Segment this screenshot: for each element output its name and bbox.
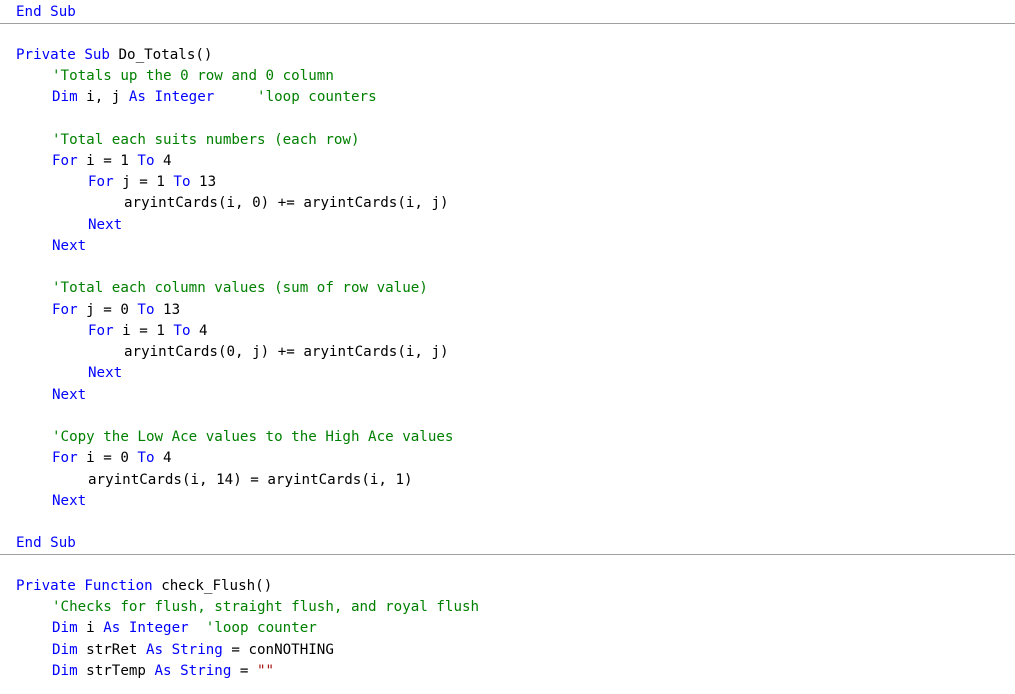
keyword-token: For [52,302,87,318]
identifier-token: j = 1 [122,174,174,190]
code-line[interactable]: 'Total each suits numbers (each row) [52,130,360,151]
keyword-token: For [88,323,123,339]
identifier-token: i = 1 [86,153,138,169]
code-line[interactable]: For i = 0 To 4 [52,448,172,469]
keyword-token: As String [145,642,223,658]
code-line[interactable]: End Sub [16,2,76,23]
identifier-token: = [231,663,258,679]
code-line[interactable]: 'Total each column values (sum of row va… [52,278,428,299]
code-line[interactable]: Next [52,236,86,257]
code-line[interactable]: Dim strTemp As String = "" [52,661,274,682]
keyword-token: To [173,174,200,190]
identifier-token: = conNOTHING [222,642,334,658]
code-line[interactable]: aryintCards(0, j) += aryintCards(i, j) [124,342,449,363]
identifier-token: 13 [199,174,217,190]
keyword-token: Dim [52,642,87,658]
keyword-token: For [88,174,123,190]
identifier-token: i = 0 [86,450,138,466]
procedure-separator [0,23,1015,24]
identifier-token: 13 [163,302,181,318]
keyword-token: Private Function [16,578,162,594]
identifier-token: 4 [199,323,208,339]
code-line[interactable]: 'Totals up the 0 row and 0 column [52,66,334,87]
keyword-token: End Sub [16,4,76,20]
code-line[interactable]: Next [88,363,122,384]
procedure-separator [0,554,1015,555]
code-line[interactable]: 'Copy the Low Ace values to the High Ace… [52,427,453,448]
keyword-token: End Sub [16,535,76,551]
identifier-token: aryintCards(i, 0) += aryintCards(i, j) [124,195,449,211]
identifier-token: i = 1 [122,323,174,339]
code-line[interactable]: Dim i As Integer 'loop counter [52,618,317,639]
code-line[interactable]: Private Function check_Flush() [16,576,272,597]
comment-token: 'Total each suits numbers (each row) [52,132,360,148]
code-line[interactable]: End Sub [16,533,76,554]
comment-token: 'loop counters [257,89,377,105]
comment-token: 'loop counter [205,620,317,636]
code-line[interactable]: Next [52,491,86,512]
keyword-token: To [173,323,200,339]
keyword-token: Dim [52,89,87,105]
identifier-token: Do_Totals() [118,47,213,63]
identifier-token: 4 [163,450,172,466]
keyword-token: Next [88,217,123,233]
keyword-token: Next [52,387,87,403]
identifier-token: strRet [86,642,146,658]
keyword-token: To [137,153,164,169]
identifier-token: i, j [86,89,129,105]
code-line[interactable]: 'Checks for flush, straight flush, and r… [52,597,479,618]
keyword-token: As String [154,663,232,679]
keyword-token: Dim [52,620,87,636]
code-line[interactable]: aryintCards(i, 14) = aryintCards(i, 1) [88,470,413,491]
code-line[interactable]: For j = 1 To 13 [88,172,216,193]
identifier-token: aryintCards(i, 14) = aryintCards(i, 1) [88,472,413,488]
code-line[interactable]: Dim i, j As Integer 'loop counters [52,87,377,108]
identifier-token: check_Flush() [161,578,273,594]
keyword-token: For [52,153,87,169]
code-line[interactable]: Next [52,385,86,406]
comment-token: 'Totals up the 0 row and 0 column [52,68,334,84]
keyword-token: Next [88,365,123,381]
comment-token: 'Checks for flush, straight flush, and r… [52,599,480,615]
code-line[interactable]: Next [88,215,122,236]
identifier-token: 4 [163,153,172,169]
keyword-token: Dim [52,663,87,679]
identifier-token: j = 0 [86,302,138,318]
code-line[interactable]: aryintCards(i, 0) += aryintCards(i, j) [124,193,449,214]
code-line[interactable]: Private Sub Do_Totals() [16,45,212,66]
keyword-token: Next [52,493,87,509]
keyword-token: To [137,302,164,318]
identifier-token: strTemp [86,663,155,679]
identifier-token [189,620,206,636]
identifier-token: i [86,620,104,636]
comment-token: 'Total each column values (sum of row va… [52,280,428,296]
code-editor[interactable]: End Sub Private Sub Do_Totals() 'Totals up… [0,0,1015,694]
keyword-token: Next [52,238,87,254]
keyword-token: Private Sub [16,47,119,63]
keyword-token: For [52,450,87,466]
comment-token: 'Copy the Low Ace values to the High Ace… [52,429,454,445]
string-token: "" [257,663,275,679]
code-line[interactable]: For j = 0 To 13 [52,300,180,321]
keyword-token: To [137,450,164,466]
code-line[interactable]: Dim strRet As String = conNOTHING [52,640,334,661]
keyword-token: As Integer [128,89,215,105]
identifier-token [214,89,257,105]
keyword-token: As Integer [103,620,189,636]
code-line[interactable]: For i = 1 To 4 [88,321,208,342]
code-line[interactable]: For i = 1 To 4 [52,151,172,172]
identifier-token: aryintCards(0, j) += aryintCards(i, j) [124,344,449,360]
